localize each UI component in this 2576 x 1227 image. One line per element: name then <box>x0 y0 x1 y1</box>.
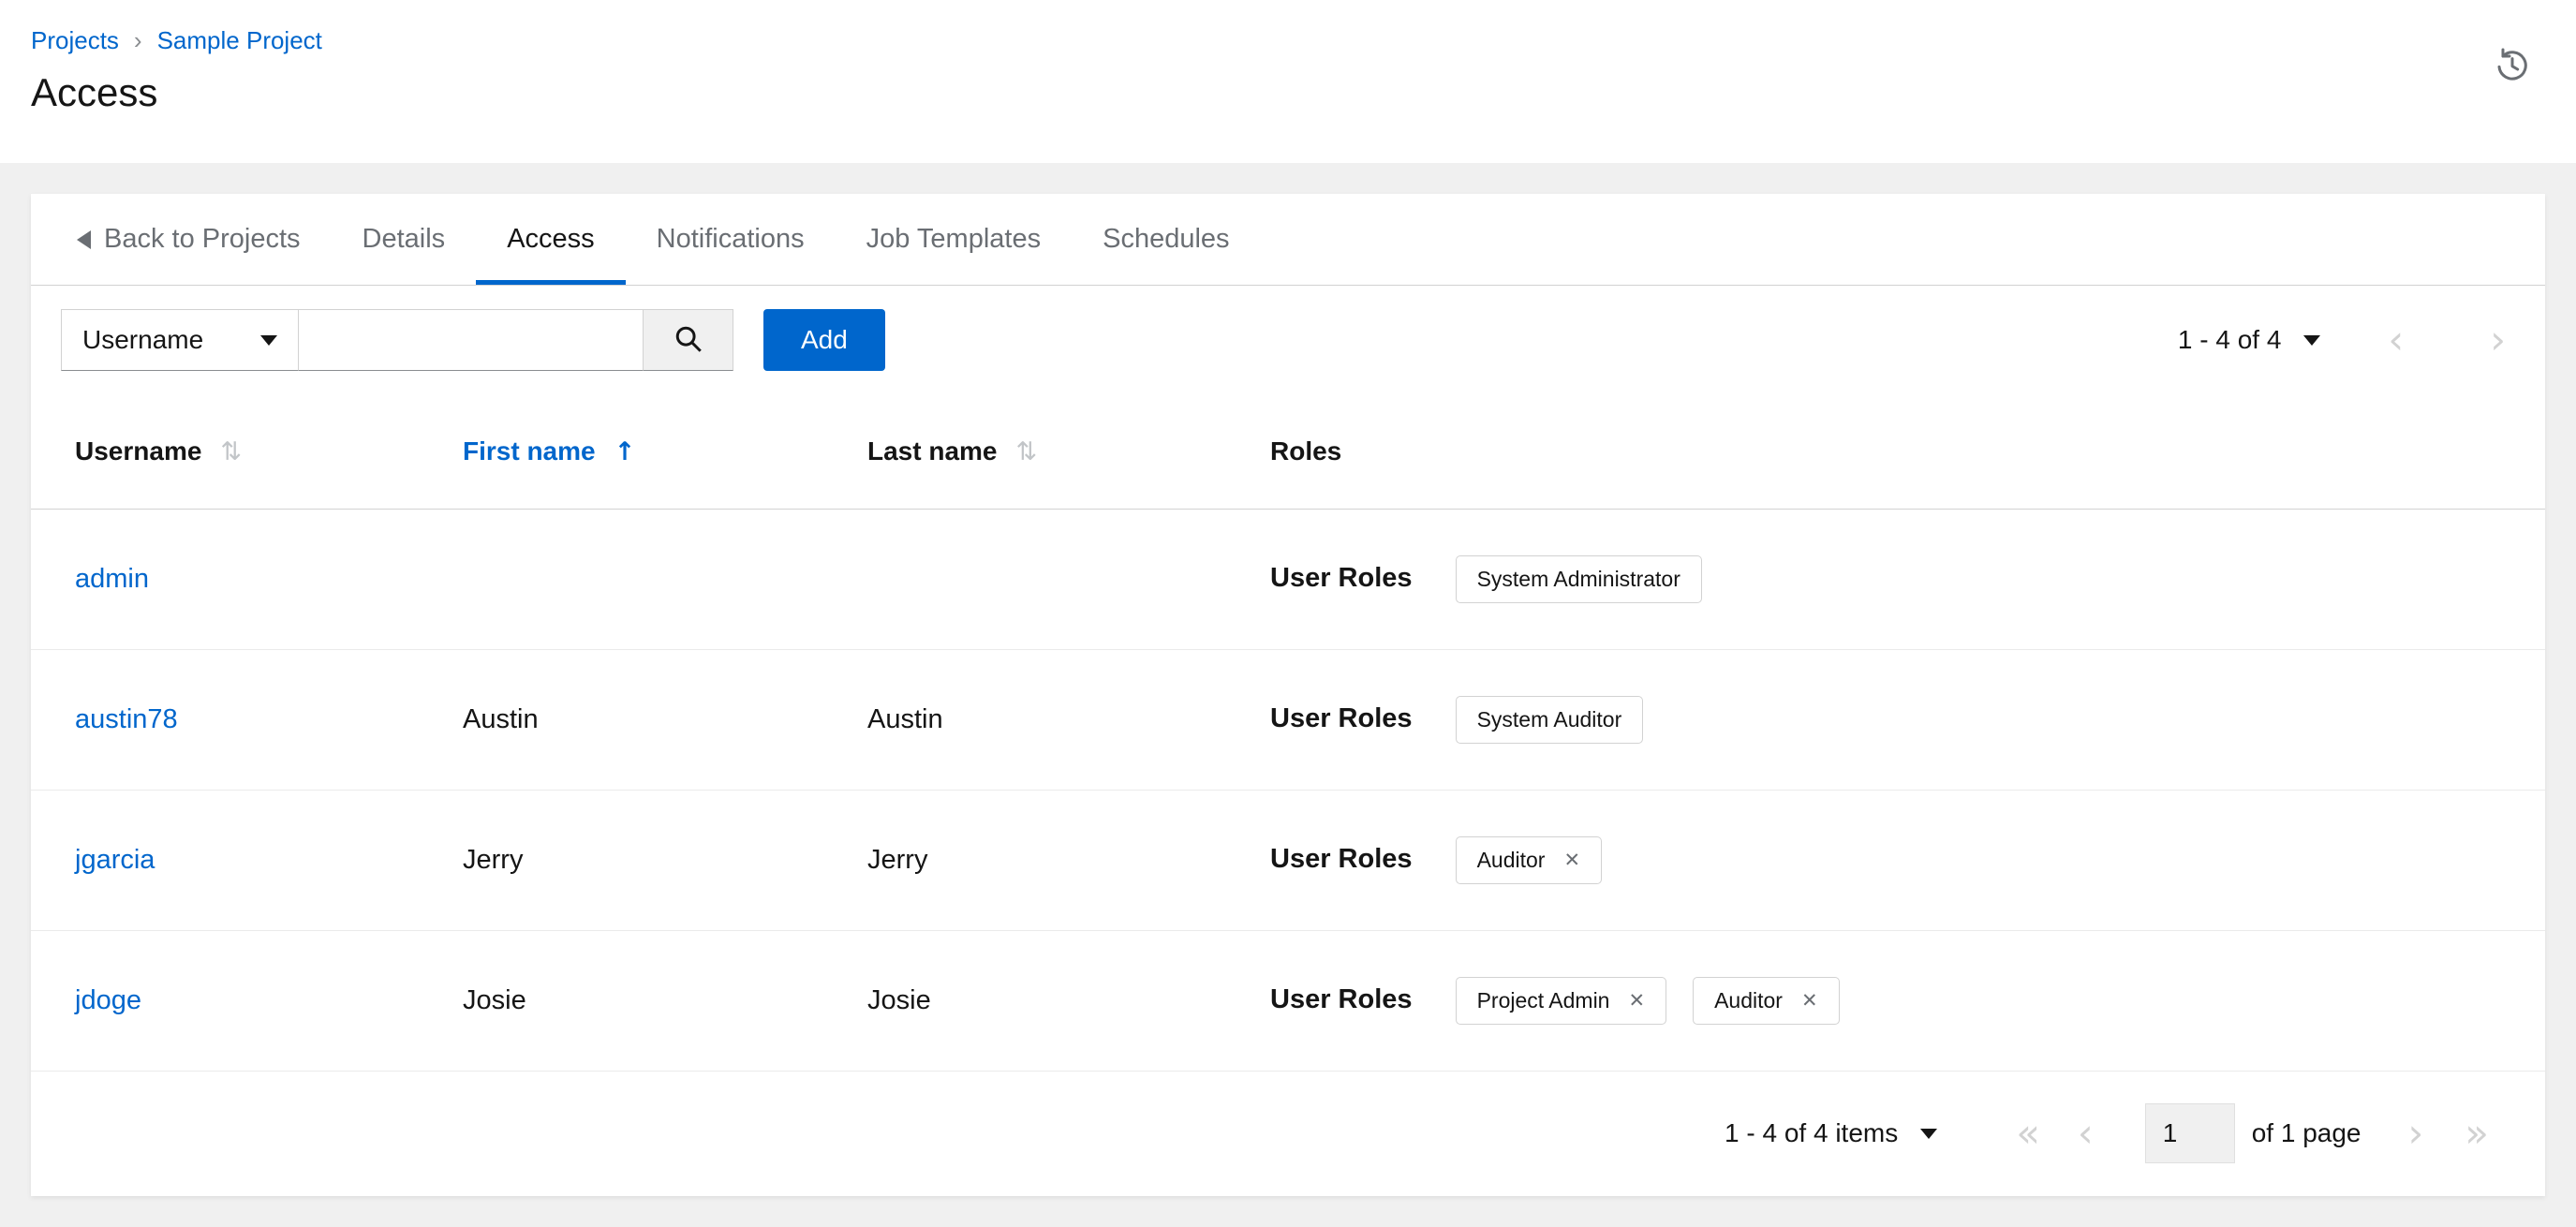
search-filter-group: Username <box>61 309 733 371</box>
column-header-roles: Roles <box>1270 394 2545 510</box>
role-chips: System Administrator <box>1455 554 1702 603</box>
tab-access[interactable]: Access <box>476 194 625 285</box>
role-chip: Auditor ✕ <box>1455 835 1603 884</box>
role-chips: Auditor ✕ <box>1455 835 1603 884</box>
search-input[interactable] <box>299 309 644 371</box>
column-header-last-name-label: Last name <box>867 436 998 466</box>
role-chip-label: Project Admin <box>1476 987 1610 1013</box>
page-title: Access <box>31 70 158 114</box>
table-row: admin User Roles System Administrator <box>31 509 2545 650</box>
user-roles-label: User Roles <box>1270 843 1413 874</box>
chevron-down-icon <box>1920 1128 1938 1139</box>
back-chevron-icon <box>77 229 91 249</box>
remove-role-icon[interactable]: ✕ <box>1801 991 1818 1011</box>
prev-page-icon[interactable]: ‹ <box>2388 320 2404 360</box>
search-icon <box>673 323 704 358</box>
breadcrumb-sample-project-link[interactable]: Sample Project <box>157 26 322 55</box>
sort-asc-icon[interactable]: ↑ <box>614 437 636 466</box>
remove-role-icon[interactable]: ✕ <box>1628 991 1645 1011</box>
page-header: Projects › Sample Project Access <box>0 0 2576 163</box>
table-row: austin78 Austin Austin User Roles System… <box>31 649 2545 791</box>
username-link[interactable]: austin78 <box>75 704 178 734</box>
user-roles-label: User Roles <box>1270 562 1413 593</box>
items-summary-label: 1 - 4 of 4 items <box>1725 1118 1899 1147</box>
next-page-icon[interactable]: › <box>2408 1114 2424 1153</box>
username-link[interactable]: jdoge <box>75 985 141 1015</box>
filter-key-dropdown[interactable]: Username <box>61 309 299 371</box>
chevron-down-icon <box>260 334 277 346</box>
breadcrumb-separator-icon: › <box>133 26 142 54</box>
tab-back-to-projects[interactable]: Back to Projects <box>46 194 332 285</box>
role-chips: Project Admin ✕ Auditor ✕ <box>1455 976 1840 1025</box>
tab-job-templates[interactable]: Job Templates <box>836 194 1072 285</box>
table-row: jdoge Josie Josie User Roles Project Adm… <box>31 930 2545 1072</box>
current-page-input[interactable] <box>2144 1103 2235 1163</box>
last-name-cell: Austin <box>867 649 1270 791</box>
user-roles-label: User Roles <box>1270 983 1413 1014</box>
sort-both-icon[interactable]: ⇅ <box>1016 437 1038 466</box>
history-button[interactable] <box>2494 47 2531 84</box>
last-name-cell <box>867 509 1270 650</box>
column-header-first-name[interactable]: First name ↑ <box>463 394 867 510</box>
role-chip-label: Auditor <box>1476 847 1546 872</box>
breadcrumb-projects-link[interactable]: Projects <box>31 26 119 55</box>
column-header-first-name-label: First name <box>463 436 596 466</box>
breadcrumb: Projects › Sample Project <box>31 26 2534 55</box>
role-chip: Project Admin ✕ <box>1455 976 1667 1025</box>
table-header-row: Username ⇅ First name ↑ Last name ⇅ Roles <box>31 394 2545 510</box>
first-page-icon[interactable]: « <box>2016 1114 2040 1153</box>
column-header-username-label: Username <box>75 436 202 466</box>
column-header-username[interactable]: Username ⇅ <box>31 394 463 510</box>
access-table: Username ⇅ First name ↑ Last name ⇅ Roles <box>31 394 2545 1072</box>
add-button[interactable]: Add <box>763 309 885 371</box>
role-chip: System Administrator <box>1455 554 1702 603</box>
of-pages-label: of 1 page <box>2251 1118 2361 1147</box>
pagination-range-dropdown[interactable]: 1 - 4 of 4 <box>2178 325 2321 355</box>
tab-details[interactable]: Details <box>332 194 477 285</box>
history-icon <box>2494 48 2531 87</box>
role-chip-label: Auditor <box>1714 987 1783 1013</box>
tab-notifications[interactable]: Notifications <box>626 194 836 285</box>
search-button[interactable] <box>644 309 733 371</box>
tab-bar: Back to Projects Details Access Notifica… <box>31 194 2545 286</box>
role-chip: System Auditor <box>1455 695 1644 744</box>
tab-back-label: Back to Projects <box>104 224 301 254</box>
prev-page-icon[interactable]: ‹ <box>2078 1114 2094 1153</box>
column-header-roles-label: Roles <box>1270 436 1342 466</box>
chevron-down-icon <box>2303 334 2321 346</box>
last-name-cell: Jerry <box>867 790 1270 931</box>
first-name-cell <box>463 509 867 650</box>
next-page-icon[interactable]: › <box>2490 320 2506 360</box>
first-name-cell: Josie <box>463 930 867 1072</box>
last-page-icon[interactable]: » <box>2465 1114 2489 1153</box>
first-name-cell: Jerry <box>463 790 867 931</box>
role-chip-label: System Administrator <box>1476 566 1680 591</box>
user-roles-label: User Roles <box>1270 702 1413 733</box>
content-area: Back to Projects Details Access Notifica… <box>0 163 2576 1196</box>
pagination-range-label: 1 - 4 of 4 <box>2177 325 2282 354</box>
column-header-last-name[interactable]: Last name ⇅ <box>867 394 1270 510</box>
sort-both-icon[interactable]: ⇅ <box>220 437 242 466</box>
first-name-cell: Austin <box>463 649 867 791</box>
toolbar: Username Add 1 - 4 of 4 ‹ › <box>31 286 2545 394</box>
remove-role-icon[interactable]: ✕ <box>1563 850 1580 870</box>
toolbar-pagination: 1 - 4 of 4 ‹ › <box>2178 320 2506 360</box>
username-link[interactable]: jgarcia <box>75 845 155 875</box>
access-card: Back to Projects Details Access Notifica… <box>31 194 2545 1196</box>
tab-schedules[interactable]: Schedules <box>1072 194 1260 285</box>
items-per-page-dropdown[interactable]: 1 - 4 of 4 items <box>1725 1118 1938 1148</box>
role-chips: System Auditor <box>1455 695 1644 744</box>
username-link[interactable]: admin <box>75 564 149 594</box>
role-chip-label: System Auditor <box>1476 706 1622 732</box>
filter-key-value: Username <box>82 325 204 354</box>
footer-pagination: 1 - 4 of 4 items « ‹ of 1 page › » <box>31 1072 2545 1196</box>
table-row: jgarcia Jerry Jerry User Roles Auditor ✕ <box>31 790 2545 931</box>
last-name-cell: Josie <box>867 930 1270 1072</box>
role-chip: Auditor ✕ <box>1693 976 1840 1025</box>
